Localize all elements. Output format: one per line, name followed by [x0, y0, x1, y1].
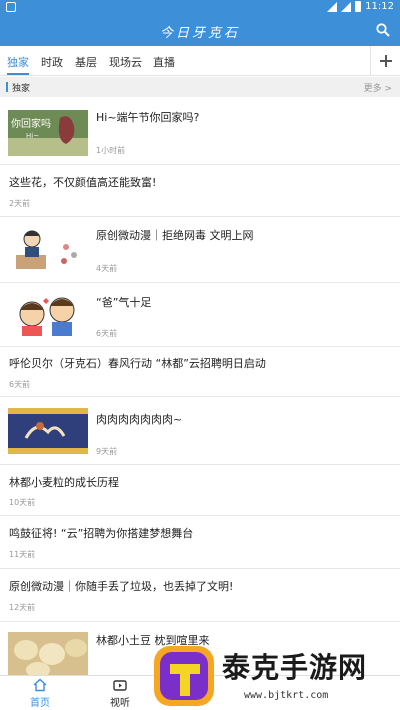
item-title: 原创微动漫｜拒绝网毒 文明上网	[96, 229, 254, 242]
item-title: “爸”气十足	[96, 296, 152, 309]
news-thumbnail	[8, 227, 88, 273]
item-time: 9天前	[96, 447, 118, 456]
item-title: 这些花，不仅颜值高还能致富!	[9, 176, 157, 189]
item-time: 11天前	[9, 550, 36, 559]
active-tab-indicator	[7, 73, 29, 75]
app-title: 今日牙克石	[159, 26, 240, 41]
item-title: 原创微动漫｜你随手丢了垃圾，也丢掉了文明!	[9, 580, 234, 593]
site-watermark: 泰克手游网 www.bjtkrt.com	[152, 640, 400, 710]
notification-icon	[6, 2, 16, 12]
tab-grassroots[interactable]: 基层	[75, 54, 97, 70]
news-list: 你回家吗 Hi~ Hi~端午节你回家吗? 1小时前 这些花，不仅颜值高还能致富!…	[0, 97, 400, 675]
tab-politics[interactable]: 时政	[41, 54, 63, 70]
more-link[interactable]: 更多 >	[364, 81, 392, 94]
item-title: Hi~端午节你回家吗?	[96, 111, 200, 124]
watermark-logo	[154, 646, 214, 706]
search-icon[interactable]	[376, 23, 390, 37]
list-item[interactable]: “爸”气十足 6天前	[0, 283, 400, 347]
battery-icon	[355, 1, 362, 12]
item-title: 林都小麦粒的成长历程	[9, 476, 119, 489]
list-item[interactable]: 鸣鼓征将! “云”招聘为你搭建梦想舞台 11天前	[0, 516, 400, 569]
list-item[interactable]: 原创微动漫｜你随手丢了垃圾，也丢掉了文明! 12天前	[0, 569, 400, 622]
list-item[interactable]: 这些花，不仅颜值高还能致富! 2天前	[0, 165, 400, 217]
item-title: 肉肉肉肉肉肉肉~	[96, 413, 183, 426]
nav-video-label: 视听	[110, 698, 130, 709]
list-item[interactable]: 林都小麦粒的成长历程 10天前	[0, 465, 400, 516]
item-time: 10天前	[9, 498, 36, 507]
tab-exclusive[interactable]: 独家	[7, 54, 29, 70]
item-title: 呼伦贝尔（牙克石）春风行动 “林都”云招聘明日启动	[9, 357, 266, 370]
add-channel-icon[interactable]	[370, 46, 400, 76]
item-time: 2天前	[9, 199, 31, 208]
section-header: 独家 更多 >	[0, 77, 400, 97]
news-thumbnail	[8, 632, 88, 675]
channel-tabs: 独家 时政 基层 现场云 直播	[0, 46, 400, 76]
list-item[interactable]: 肉肉肉肉肉肉肉~ 9天前	[0, 397, 400, 465]
item-time: 1小时前	[96, 146, 126, 155]
section-marker	[6, 82, 8, 92]
tab-live-cloud[interactable]: 现场云	[109, 54, 142, 70]
thumbnail-caption: 你回家吗	[11, 119, 51, 130]
home-icon	[33, 678, 47, 692]
list-item[interactable]: 你回家吗 Hi~ Hi~端午节你回家吗? 1小时前	[0, 97, 400, 165]
news-thumbnail	[8, 292, 88, 338]
thumbnail-subcaption: Hi~	[26, 132, 40, 140]
list-item[interactable]: 原创微动漫｜拒绝网毒 文明上网 4天前	[0, 217, 400, 283]
list-item[interactable]: 呼伦贝尔（牙克石）春风行动 “林都”云招聘明日启动 6天前	[0, 347, 400, 397]
tab-live[interactable]: 直播	[153, 54, 175, 70]
nav-video[interactable]: 视听	[90, 678, 150, 709]
watermark-brand: 泰克手游网	[222, 651, 368, 684]
item-time: 6天前	[9, 380, 31, 389]
status-time: 11:12	[365, 1, 394, 12]
watermark-url: www.bjtkrt.com	[244, 690, 329, 701]
item-time: 12天前	[9, 603, 36, 612]
section-title: 独家	[12, 84, 31, 94]
item-time: 4天前	[96, 264, 118, 273]
item-time: 6天前	[96, 329, 118, 338]
app-header: 今日牙克石	[0, 16, 400, 46]
news-thumbnail: 你回家吗 Hi~	[8, 110, 88, 156]
signal-icon	[341, 1, 352, 12]
wifi-icon	[327, 1, 338, 12]
item-title: 鸣鼓征将! “云”招聘为你搭建梦想舞台	[9, 527, 194, 540]
video-icon	[113, 680, 127, 691]
nav-home[interactable]: 首页	[10, 678, 70, 709]
status-bar: 11:12	[0, 0, 400, 16]
nav-home-label: 首页	[30, 698, 50, 709]
news-thumbnail	[8, 408, 88, 454]
